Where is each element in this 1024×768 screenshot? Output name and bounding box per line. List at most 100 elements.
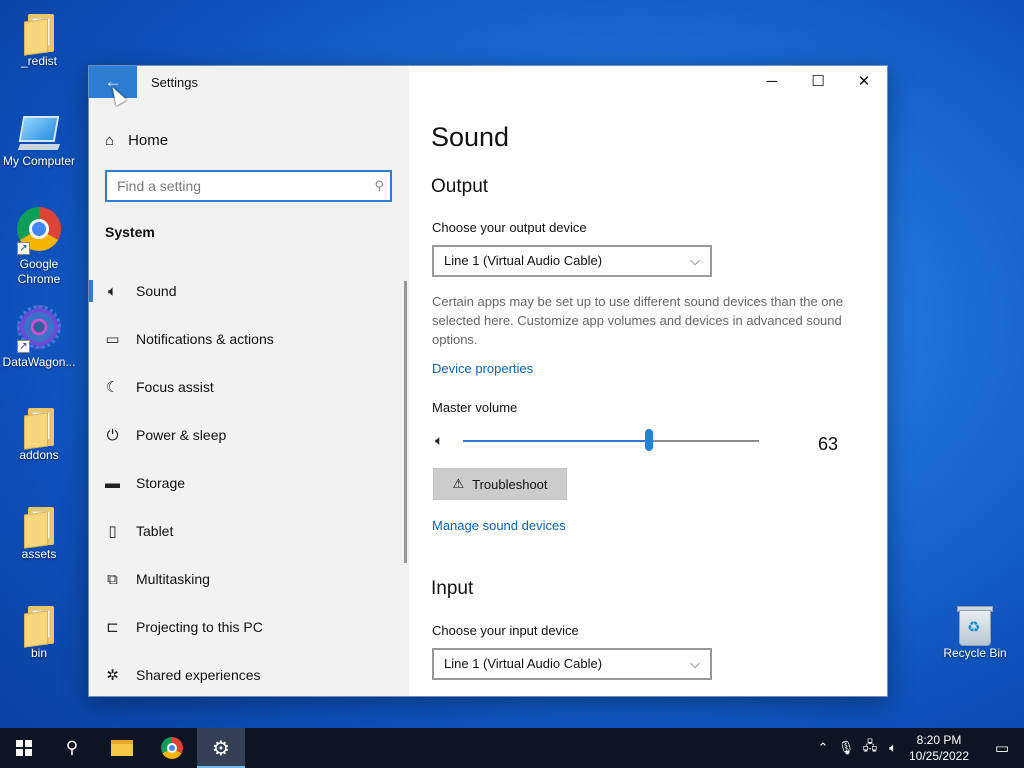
manage-sound-devices-link[interactable]: Manage sound devices [432,518,566,533]
device-properties-link[interactable]: Device properties [432,361,533,376]
desktop-icon-my-computer[interactable]: My Computer [0,110,78,169]
settings-window: ← Settings ⌂ Home ⚲ System 🔈︎ Sound ▭ No… [88,65,888,697]
desktop-icon-datawagon[interactable]: ↗ DataWagon... [0,303,78,370]
search-icon: ⚲ [65,738,79,757]
chrome-icon [161,737,183,759]
speaker-icon: 🔈︎ [107,282,117,300]
taskbar-search-button[interactable]: ⚲ [48,728,96,768]
gear-icon: ⚙ [212,737,230,760]
master-volume-label: Master volume [432,400,518,415]
sidebar-item-notifications[interactable]: ▭ Notifications & actions [89,315,405,363]
desktop-icon-assets[interactable]: assets [0,503,78,562]
taskbar-file-explorer[interactable] [98,728,146,768]
chrome-icon: ↗ [15,207,63,255]
moon-icon: ☾ [105,379,120,396]
volume-slider[interactable] [463,429,759,451]
power-icon: ⏻ [106,426,119,444]
clock-date: 10/25/2022 [908,749,970,763]
shortcut-arrow-icon: ↗ [17,340,30,353]
sidebar-item-label: Sound [136,283,177,299]
window-title: Settings [151,75,198,90]
folder-icon [24,606,54,648]
volume-tray[interactable]: 🔈︎ [882,728,904,768]
show-hidden-icons-button[interactable]: ⌃ [812,728,834,768]
sidebar-item-label: Tablet [136,523,174,539]
volume-slider-thumb[interactable] [645,429,654,451]
settings-sidebar: ← Settings ⌂ Home ⚲ System 🔈︎ Sound ▭ No… [89,66,409,696]
input-device-dropdown[interactable]: Line 1 (Virtual Audio Cable) ⌵ [432,648,712,680]
troubleshoot-label: Troubleshoot [472,476,548,492]
taskbar: ⚲ ⚙ ⌃ 🎙︎ 🖧︎ 🔈︎ 8:20 PM 10/25/2022 ▭ [0,728,1024,768]
windows-logo-icon [16,740,32,756]
output-description: Certain apps may be set up to use differ… [432,294,843,347]
desktop-icon-label: _redist [20,54,58,68]
sidebar-item-power-sleep[interactable]: ⏻ Power & sleep [89,411,405,459]
folder-icon [24,408,54,450]
desktop-icon-label: bin [30,646,47,660]
desktop-icon-label: Recycle Bin [943,646,1007,660]
network-icon: 🖧︎ [862,738,878,753]
taskbar-clock[interactable]: 8:20 PM 10/25/2022 [906,732,972,764]
taskbar-settings[interactable]: ⚙ [197,728,245,768]
speaker-icon: 🔈︎ [889,740,897,755]
network-tray[interactable]: 🖧︎ [858,728,882,768]
desktop-icon-addons[interactable]: addons [0,404,78,463]
search-input[interactable] [107,172,357,200]
search-icon: ⚲ [374,178,384,193]
input-device-value: Line 1 (Virtual Audio Cable) [444,656,603,671]
start-button[interactable] [0,728,48,768]
sidebar-item-home[interactable]: ⌂ Home [105,130,168,150]
sidebar-item-projecting[interactable]: ⊏ Projecting to this PC [89,603,405,651]
desktop-icon-google-chrome[interactable]: ↗ Google Chrome [0,205,78,287]
microphone-icon: 🎙︎ [837,740,855,755]
sidebar-scrollbar[interactable] [404,281,407,563]
recycle-bin-icon: ♻ [957,604,993,646]
folder-icon [24,14,54,56]
chevron-down-icon: ⌵ [690,656,700,671]
desktop-icon-redist[interactable]: _redist [0,10,78,69]
troubleshoot-button[interactable]: ⚠ Troubleshoot [433,468,567,500]
sidebar-item-storage[interactable]: ▬ Storage [89,459,405,507]
sidebar-item-label: Projecting to this PC [136,619,263,635]
sound-settings-content: Sound Output Choose your output device L… [431,66,871,696]
sidebar-item-label: Multitasking [136,571,210,587]
sidebar-item-multitasking[interactable]: ⧉ Multitasking [89,555,405,603]
input-heading: Input [431,578,474,599]
tablet-icon: ▯ [108,523,117,540]
output-device-label: Choose your output device [432,220,587,235]
sidebar-item-sound[interactable]: 🔈︎ Sound [89,267,405,315]
desktop-icon-recycle-bin[interactable]: ♻ Recycle Bin [936,600,1014,661]
warning-icon: ⚠ [452,476,465,491]
clock-time: 8:20 PM [916,733,962,747]
home-icon: ⌂ [105,131,115,149]
folder-icon [24,507,54,549]
search-box[interactable]: ⚲ [105,170,392,202]
sidebar-item-label: Storage [136,475,186,491]
file-explorer-icon [111,740,133,756]
desktop-icon-label: Google Chrome [17,257,61,286]
taskbar-chrome[interactable] [148,728,196,768]
sidebar-item-focus-assist[interactable]: ☾ Focus assist [89,363,405,411]
datawagon-icon: ↗ [15,305,63,353]
chevron-up-icon: ⌃ [817,740,829,755]
volume-slider-fill [463,440,650,442]
output-heading: Output [431,176,489,197]
desktop-icon-label: My Computer [2,154,76,168]
desktop-icon-bin[interactable]: bin [0,602,78,661]
master-volume-row: 🔈︎ 63 [431,429,851,454]
sidebar-item-label: Power & sleep [136,427,227,443]
volume-value: 63 [818,434,839,454]
output-device-dropdown[interactable]: Line 1 (Virtual Audio Cable) ⌵ [432,245,712,277]
projector-icon: ⊏ [106,619,119,636]
microphone-tray[interactable]: 🎙︎ [836,728,856,768]
sidebar-nav: 🔈︎ Sound ▭ Notifications & actions ☾ Foc… [89,267,405,696]
action-center-button[interactable]: ▭ [980,728,1024,768]
share-icon: ✲ [106,667,119,684]
home-label: Home [128,131,169,149]
notification-icon: ▭ [994,740,1010,757]
sidebar-item-shared-experiences[interactable]: ✲ Shared experiences [89,651,405,696]
desktop-icon-label: assets [21,547,57,561]
speaker-icon[interactable]: 🔈︎ [435,432,443,449]
sidebar-item-label: Shared experiences [136,667,261,683]
sidebar-item-tablet[interactable]: ▯ Tablet [89,507,405,555]
